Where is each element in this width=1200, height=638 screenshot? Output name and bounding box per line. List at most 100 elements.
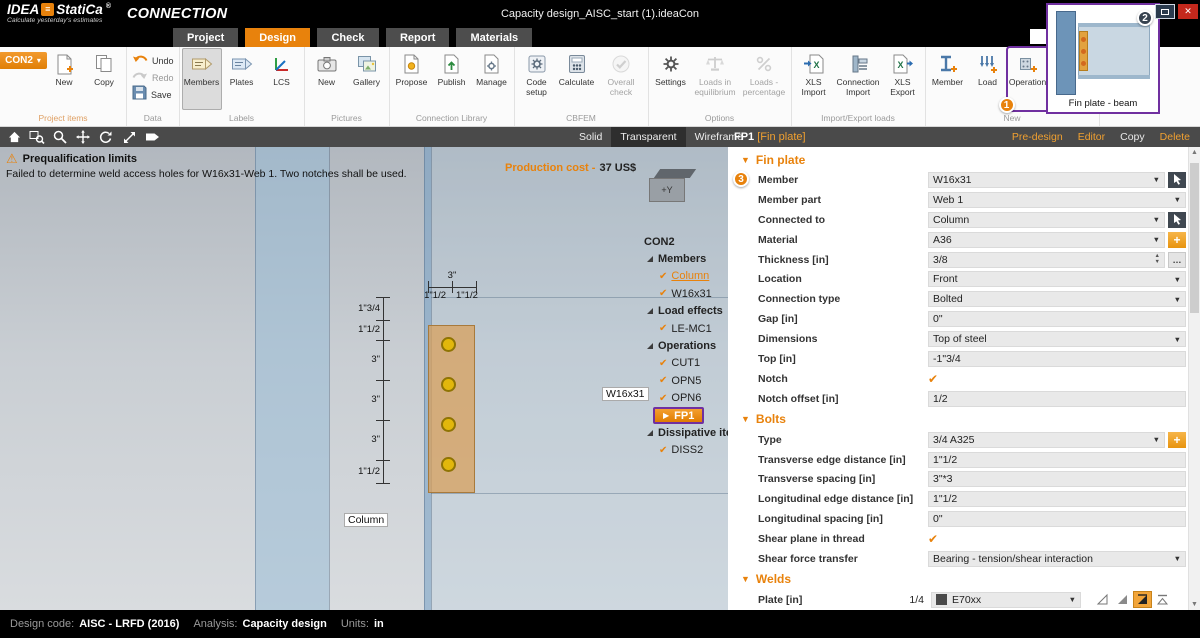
tab-materials[interactable]: Materials (456, 28, 532, 47)
input-gap-in[interactable]: 0" (928, 311, 1186, 327)
add-item-button[interactable]: + (1168, 232, 1186, 248)
restore-window-button[interactable] (1155, 4, 1175, 19)
ribbon-button-manage[interactable]: Manage (472, 48, 512, 110)
ribbon-button-save[interactable]: Save (129, 87, 175, 102)
expand-triangle-icon[interactable] (647, 343, 653, 349)
ribbon-button-connection-import[interactable]: Connection Import (834, 48, 883, 110)
tab-project[interactable]: Project (173, 28, 238, 47)
tree-root-con2[interactable]: CON2 (630, 233, 728, 250)
ribbon-button-loads-percentage[interactable]: Loads - percentage (740, 48, 789, 110)
dropdown-location[interactable]: Front▼ (928, 271, 1186, 287)
expand-triangle-icon[interactable] (647, 308, 653, 314)
ribbon-button-redo[interactable]: Redo (129, 70, 177, 85)
expand-triangle-icon[interactable] (647, 430, 653, 436)
copy-button[interactable]: Copy (1120, 131, 1145, 143)
dropdown-connection-type[interactable]: Bolted▼ (928, 291, 1186, 307)
input-top-in[interactable]: -1"3/4 (928, 351, 1186, 367)
section-collapse-icon[interactable]: ▼ (741, 155, 750, 165)
ribbon-button-con2[interactable]: CON2▾ (0, 52, 47, 69)
checkbox-shear-plane-in-thread[interactable]: ✔ (928, 532, 938, 546)
tree-item-w16x31[interactable]: ✔W16x31 (630, 285, 728, 302)
ribbon-button-operation[interactable]: Operation1 (1008, 48, 1048, 110)
ribbon-button-plates[interactable]: Plates (222, 48, 262, 110)
tab-check[interactable]: Check (317, 28, 379, 47)
ribbon-button-members[interactable]: Members (182, 48, 222, 110)
dropdown-electrode[interactable]: E70xx▼ (931, 592, 1081, 608)
ribbon-button-code-setup[interactable]: Code setup (517, 48, 557, 110)
ribbon-button-gallery[interactable]: Gallery (347, 48, 387, 110)
ribbon-button-settings[interactable]: Settings (651, 48, 691, 110)
ribbon-button-overall-check[interactable]: Overall check (597, 48, 646, 110)
pick-in-scene-button[interactable] (1168, 172, 1186, 188)
dropdown-member[interactable]: W16x31▼ (928, 172, 1165, 188)
weld-size-value[interactable]: 1/4 (890, 594, 924, 606)
tree-item-opn6[interactable]: ✔OPN6 (630, 390, 728, 407)
tree-item-cut1[interactable]: ✔CUT1 (630, 355, 728, 372)
dropdown-connected-to[interactable]: Column▼ (928, 212, 1165, 228)
ribbon-button-new[interactable]: New (307, 48, 347, 110)
model-canvas[interactable]: ⚠ Prequalification limits Failed to dete… (0, 147, 728, 610)
weld-filled-icon[interactable] (1113, 591, 1132, 608)
pick-in-scene-button[interactable] (1168, 212, 1186, 228)
section-collapse-icon[interactable]: ▼ (741, 414, 750, 424)
fit-icon[interactable] (119, 128, 139, 146)
delete-button[interactable]: Delete (1160, 131, 1190, 143)
scrollbar-thumb[interactable] (1190, 163, 1199, 313)
input-longitudinal-spacing-in[interactable]: 0" (928, 511, 1186, 527)
ribbon-button-xls-export[interactable]: XXLS Export (883, 48, 923, 110)
properties-scrollbar[interactable]: ▲ ▼ (1188, 147, 1200, 610)
stepper-arrows-icon[interactable]: ▲▼ (1152, 254, 1160, 265)
dropdown-material[interactable]: A36▼ (928, 232, 1165, 248)
pre-design-button[interactable]: Pre-design (1012, 131, 1063, 143)
weld-butt-icon[interactable] (1153, 591, 1172, 608)
view-mode-solid[interactable]: Solid (570, 127, 611, 147)
tree-item-fp1[interactable]: ▶FP1 (630, 407, 728, 424)
scroll-down-icon[interactable]: ▼ (1189, 601, 1200, 608)
checkbox-notch[interactable]: ✔ (928, 372, 938, 386)
zoom-window-icon[interactable] (27, 128, 47, 146)
tab-report[interactable]: Report (386, 28, 449, 47)
magnifier-icon[interactable] (50, 128, 70, 146)
view-cube[interactable]: +Y (649, 169, 695, 202)
ribbon-button-xls-import[interactable]: XXLS Import (794, 48, 834, 110)
scroll-up-icon[interactable]: ▲ (1189, 149, 1200, 156)
ribbon-button-undo[interactable]: Undo (129, 53, 177, 68)
tree-item-column[interactable]: ✔Column (630, 268, 728, 285)
ribbon-button-loads-in-equilibrium[interactable]: Loads in equilibrium (691, 48, 740, 110)
tree-item-le-mc1[interactable]: ✔LE-MC1 (630, 320, 728, 337)
weld-double-icon[interactable] (1133, 591, 1152, 608)
tab-design[interactable]: Design (245, 28, 310, 47)
dropdown-member-part[interactable]: Web 1▼ (928, 192, 1186, 208)
weld-outline-icon[interactable] (1093, 591, 1112, 608)
tree-item-operations[interactable]: Operations (630, 337, 728, 354)
tree-item-diss2[interactable]: ✔DISS2 (630, 442, 728, 459)
more-options-button[interactable]: … (1168, 252, 1186, 268)
ribbon-button-propose[interactable]: Propose (392, 48, 432, 110)
tree-item-dissipative-items[interactable]: Dissipative items (630, 424, 728, 441)
ribbon-button-member[interactable]: Member (928, 48, 968, 110)
editor-button[interactable]: Editor (1078, 131, 1105, 143)
ribbon-button-new[interactable]: New (44, 48, 84, 110)
ribbon-button-calculate[interactable]: Calculate (557, 48, 597, 110)
pan-icon[interactable] (73, 128, 93, 146)
dropdown-dimensions[interactable]: Top of steel▼ (928, 331, 1186, 347)
tree-item-opn5[interactable]: ✔OPN5 (630, 372, 728, 389)
input-transverse-spacing-in[interactable]: 3"*3 (928, 471, 1186, 487)
view-mode-transparent[interactable]: Transparent (611, 127, 685, 147)
ribbon-button-lcs[interactable]: LCS (262, 48, 302, 110)
expand-triangle-icon[interactable] (647, 256, 653, 262)
template-preview-panel[interactable]: 2 Fin plate - beam (1046, 3, 1160, 114)
tree-item-members[interactable]: Members (630, 250, 728, 267)
rotate-icon[interactable] (96, 128, 116, 146)
dropdown-shear-force-transfer[interactable]: Bearing - tension/shear interaction▼ (928, 551, 1186, 567)
label-tag-icon[interactable] (142, 128, 162, 146)
dropdown-type[interactable]: 3/4 A325▼ (928, 432, 1165, 448)
ribbon-button-copy[interactable]: Copy (84, 48, 124, 110)
home-icon[interactable] (4, 128, 24, 146)
ribbon-button-publish[interactable]: Publish (432, 48, 472, 110)
input-transverse-edge-distance-in[interactable]: 1"1/2 (928, 452, 1186, 468)
add-item-button[interactable]: + (1168, 432, 1186, 448)
stepper-thickness-in[interactable]: 3/8▲▼ (928, 252, 1165, 268)
section-collapse-icon[interactable]: ▼ (741, 574, 750, 584)
input-notch-offset-in[interactable]: 1/2 (928, 391, 1186, 407)
